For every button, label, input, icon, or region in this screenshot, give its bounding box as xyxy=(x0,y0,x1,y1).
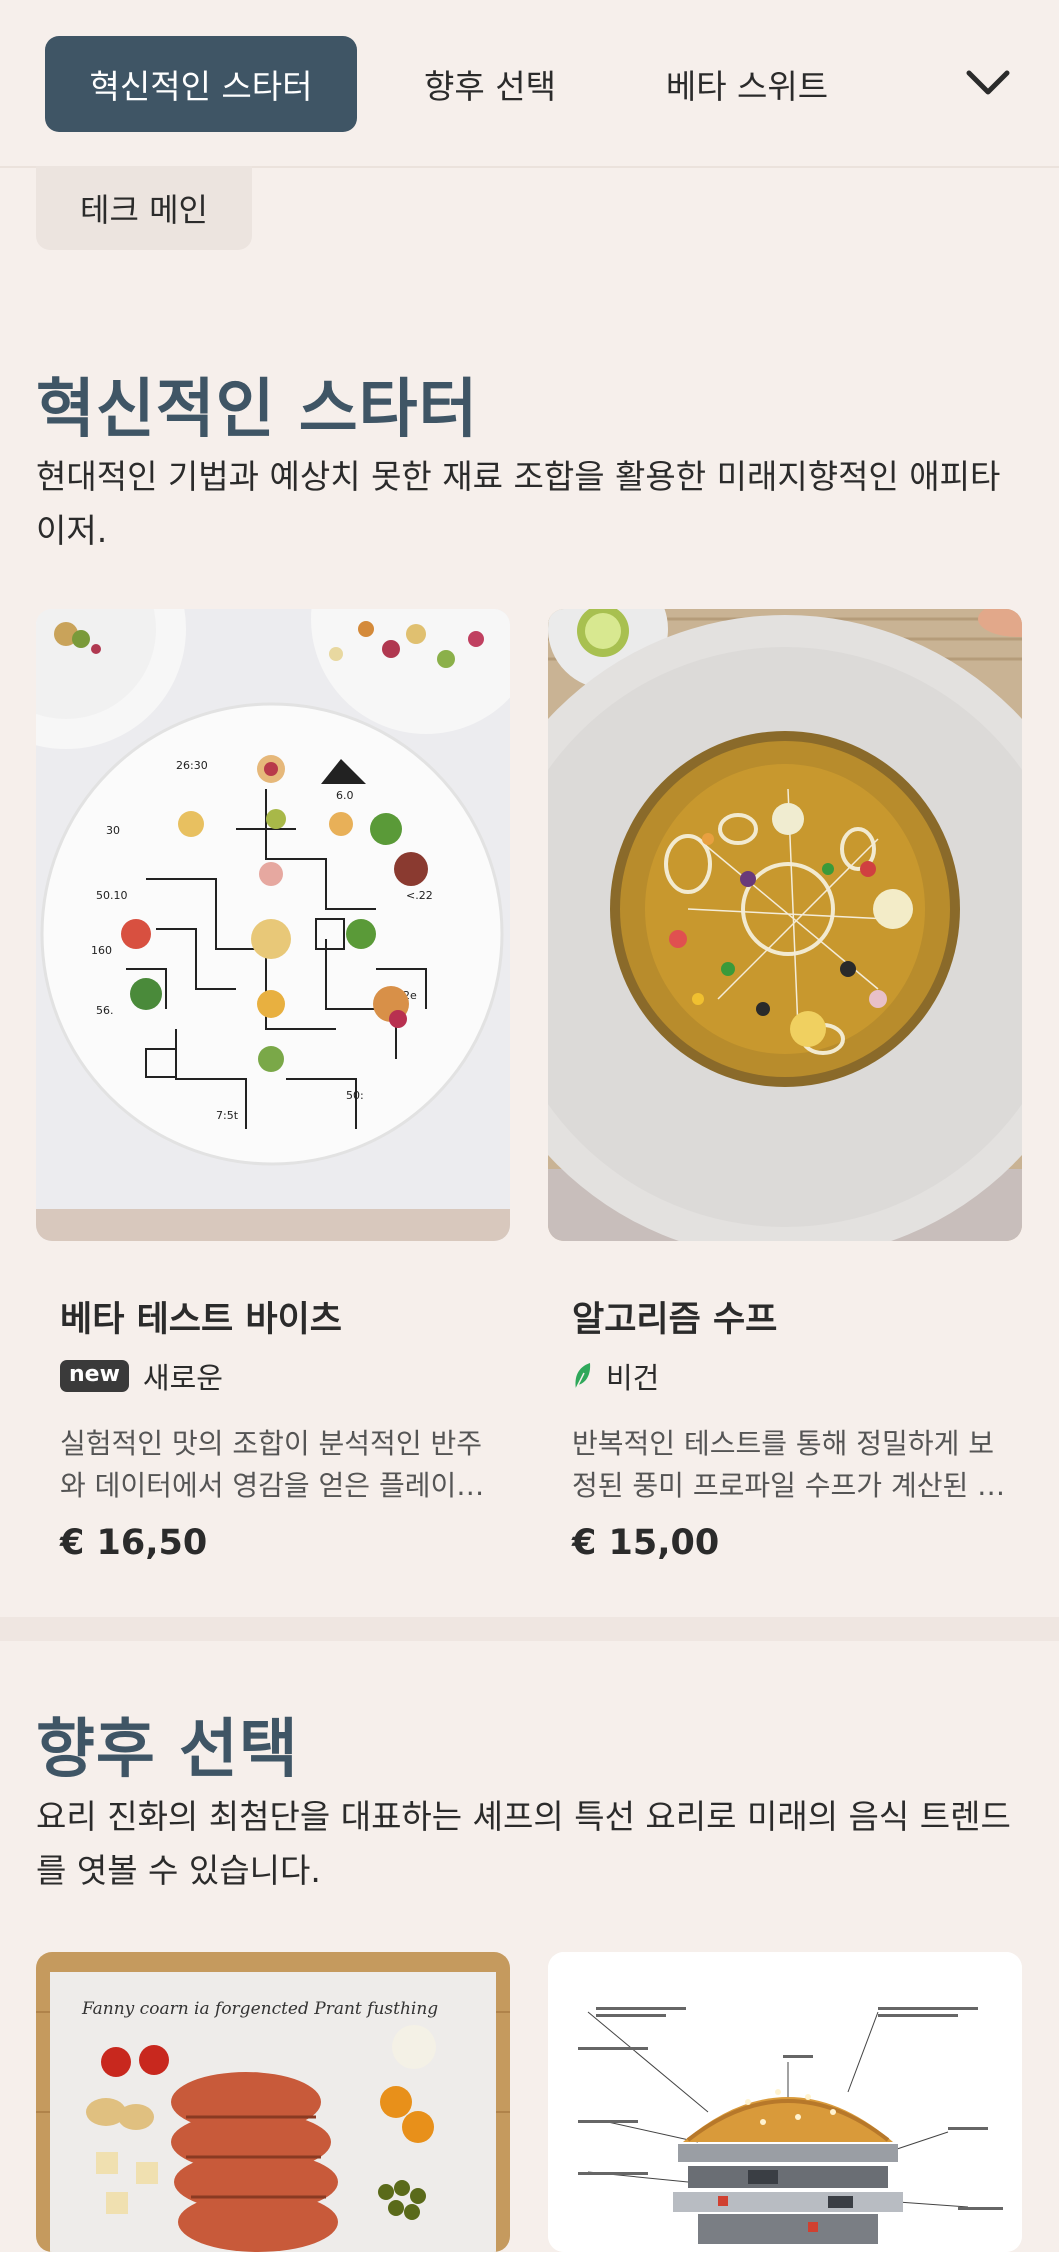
svg-text:7:5t: 7:5t xyxy=(216,1109,239,1122)
section-title: 향후 선택 xyxy=(36,1713,299,1787)
exploded-burger-diagram-image[interactable] xyxy=(548,1952,1022,2252)
tab-label: 베타 스위트 xyxy=(665,67,829,106)
category-nav: 혁신적인 스타터 향후 선택 베타 스위트 xyxy=(0,0,1059,168)
tab-tech-main[interactable]: 테크 메인 xyxy=(36,166,252,250)
svg-text:<.22: <.22 xyxy=(406,889,433,902)
sliced-roast-platter-image[interactable]: Fanny coarn ia forgencted Prant fusthing xyxy=(36,1952,510,2252)
tab-innovative-starters[interactable]: 혁신적인 스타터 xyxy=(45,36,357,132)
menu-item-description: 실험적인 맛의 조합이 분석적인 반주와 데이터에서 영감을 얻은 플레이팅으로… xyxy=(60,1427,483,1502)
chevron-down-icon[interactable] xyxy=(958,58,1018,108)
tag-label: 비건 xyxy=(606,1361,660,1395)
menu-item-tag: new 새로운 xyxy=(60,1355,223,1397)
tab-label: 혁신적인 스타터 xyxy=(89,67,313,106)
tab-beta-suites[interactable]: 베타 스위트 xyxy=(650,36,844,132)
svg-text:56.: 56. xyxy=(96,1004,114,1017)
svg-text:50:: 50: xyxy=(346,1089,364,1102)
menu-item-description: 반복적인 테스트를 통해 정밀하게 보정된 풍미 프로파일 수프가 계산된 토핑… xyxy=(572,1427,1003,1502)
circuit-plate-appetizer-image[interactable]: 26:303050.10 16056.7:5t 6.0<.2272e 50: xyxy=(36,609,510,1241)
section-description: 현대적인 기법과 예상치 못한 재료 조합을 활용한 미래지향적인 애피타이저. xyxy=(36,457,1001,550)
leaf-icon xyxy=(572,1361,592,1391)
menu-item-price: € 15,00 xyxy=(572,1523,720,1563)
menu-item-tag: 비건 xyxy=(572,1355,659,1397)
svg-text:30: 30 xyxy=(106,824,120,837)
menu-item-price: € 16,50 xyxy=(60,1523,208,1563)
svg-text:6.0: 6.0 xyxy=(336,789,354,802)
new-badge: new xyxy=(60,1360,129,1392)
section-description: 요리 진화의 최첨단을 대표하는 셰프의 특선 요리로 미래의 음식 트렌드를 … xyxy=(36,1797,1011,1890)
tab-label: 테크 메인 xyxy=(80,191,208,229)
svg-text:50.10: 50.10 xyxy=(96,889,128,902)
svg-text:26:30: 26:30 xyxy=(176,759,208,772)
geometric-soup-bowl-image[interactable] xyxy=(548,609,1022,1241)
tag-label: 새로운 xyxy=(142,1361,223,1395)
platter-caption: Fanny coarn ia forgencted Prant fusthing xyxy=(81,1999,438,2019)
menu-item-name: 베타 테스트 바이츠 xyxy=(60,1300,342,1340)
section-title: 혁신적인 스타터 xyxy=(36,373,479,447)
section-divider xyxy=(0,1617,1059,1641)
menu-item-name: 알고리즘 수프 xyxy=(572,1300,778,1340)
tab-future-choices[interactable]: 향후 선택 xyxy=(400,36,580,132)
svg-text:160: 160 xyxy=(91,944,112,957)
tab-label: 향후 선택 xyxy=(424,67,556,106)
